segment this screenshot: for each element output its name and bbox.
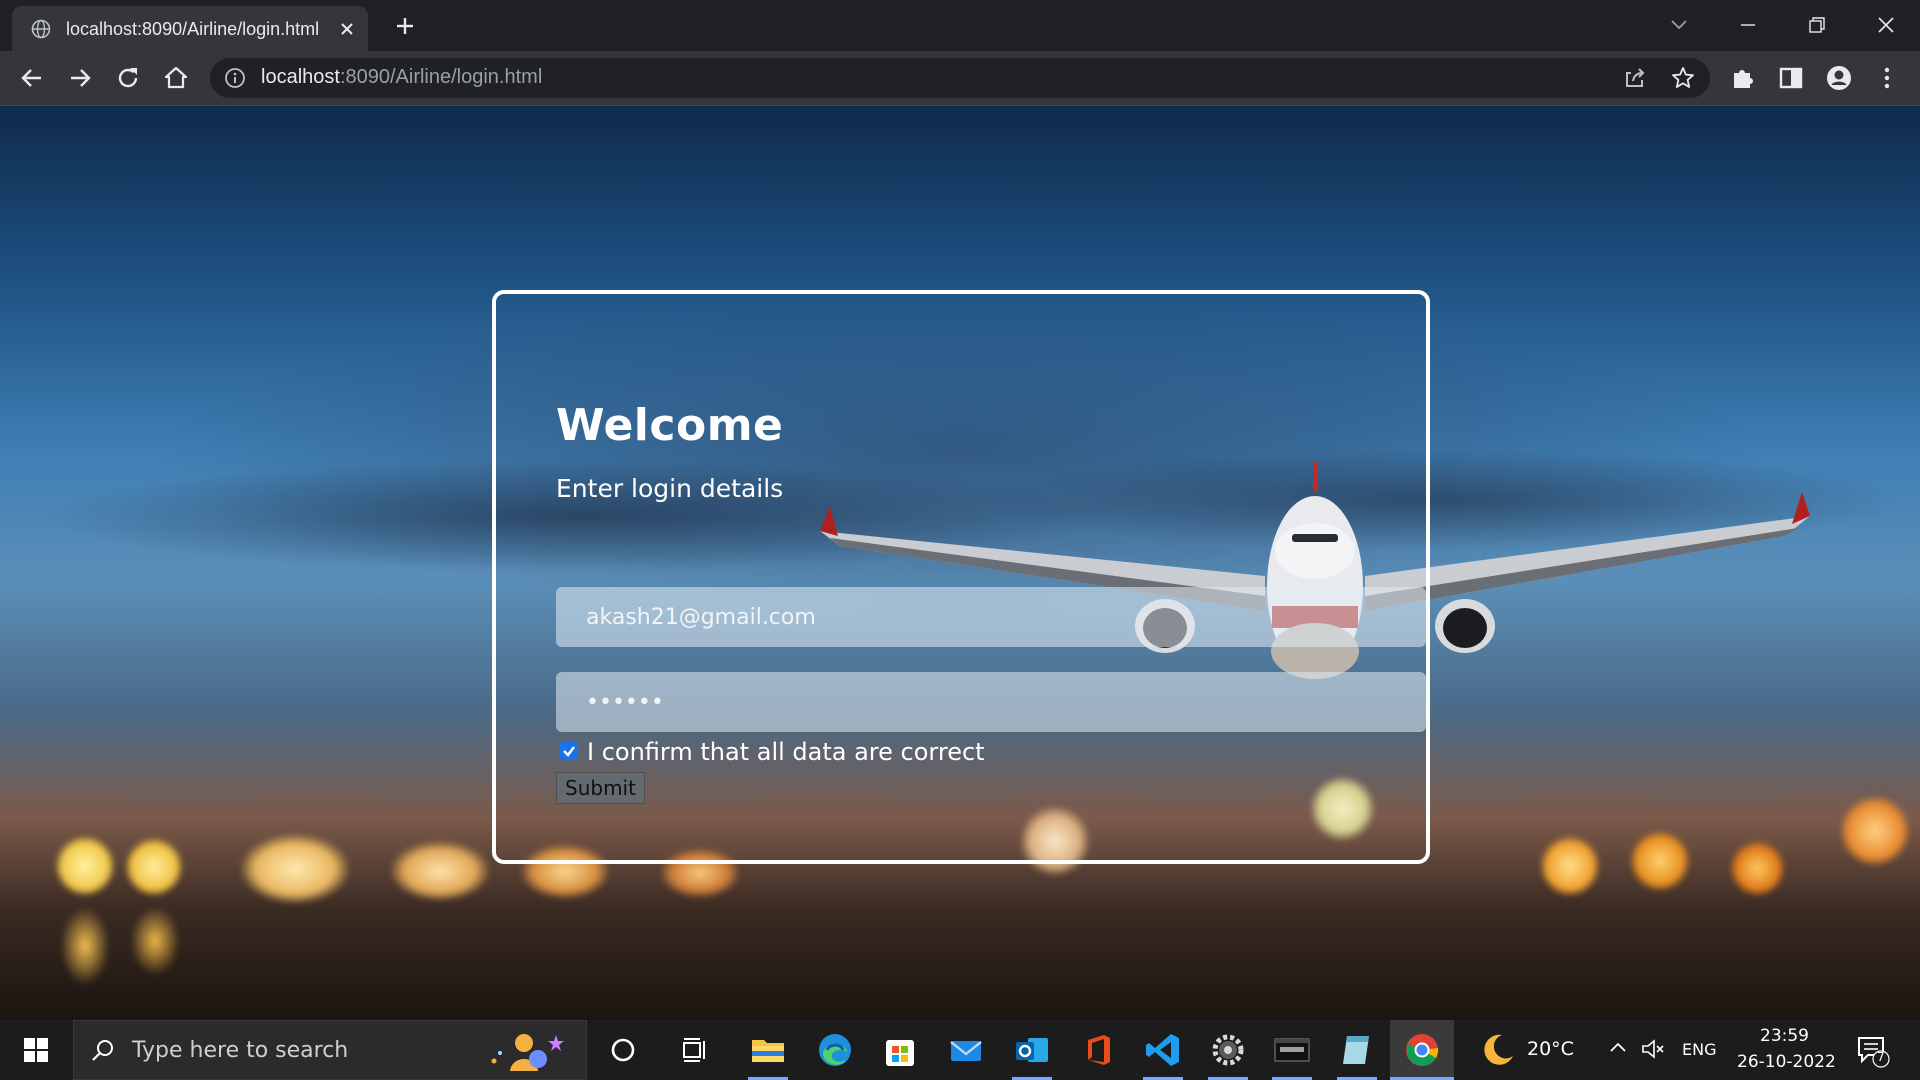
notification-count: 7 (1877, 1050, 1885, 1064)
clock-date[interactable]: 26-10-2022 (1737, 1052, 1836, 1072)
bokeh-light (1540, 836, 1600, 896)
cortana-icon[interactable] (603, 1030, 643, 1070)
clock-time[interactable]: 23:59 (1760, 1026, 1809, 1046)
bokeh-light (55, 836, 115, 896)
show-hidden-icons-chevron-icon[interactable] (1606, 1036, 1630, 1060)
bokeh-light (240, 834, 350, 904)
windows-taskbar: Type here to search 20°C ENG 23:59 26-10… (0, 1020, 1920, 1080)
search-highlight-art-icon (491, 1034, 564, 1071)
notepad-icon[interactable] (1337, 1030, 1377, 1070)
tab-search-chevron-icon[interactable] (1664, 10, 1694, 40)
email-field[interactable] (556, 587, 1426, 647)
restore-icon[interactable] (1802, 10, 1832, 40)
file-explorer-icon[interactable] (748, 1030, 788, 1070)
mail-icon[interactable] (946, 1030, 986, 1070)
volume-muted-icon[interactable] (1640, 1036, 1666, 1062)
close-window-icon[interactable] (1871, 10, 1901, 40)
search-icon (92, 1040, 113, 1061)
login-subtitle: Enter login details (556, 474, 784, 503)
close-tab-icon[interactable] (337, 19, 357, 39)
settings-gear-icon[interactable] (1208, 1030, 1248, 1070)
outlook-icon[interactable] (1012, 1030, 1052, 1070)
tab-title: localhost:8090/Airline/login.html (66, 19, 320, 39)
globe-icon (31, 19, 51, 39)
bokeh-light (60, 906, 110, 986)
browser-toolbar: localhost:8090/Airline/login.html (0, 51, 1920, 106)
password-field[interactable] (556, 672, 1426, 732)
search-placeholder: Type here to search (132, 1038, 349, 1063)
submit-button[interactable]: Submit (556, 772, 645, 804)
minimize-icon[interactable] (1733, 10, 1763, 40)
bokeh-light (130, 906, 180, 976)
share-icon[interactable] (1622, 65, 1648, 91)
page-viewport: Welcome Enter login details I confirm th… (0, 106, 1920, 1020)
task-view-icon[interactable] (675, 1030, 715, 1070)
welcome-heading: Welcome (556, 400, 784, 451)
microsoft-store-icon[interactable] (880, 1030, 920, 1070)
bokeh-light (125, 838, 183, 896)
chrome-icon[interactable] (1402, 1030, 1442, 1070)
confirm-checkbox[interactable] (560, 742, 578, 760)
taskbar-search-box[interactable]: Type here to search (73, 1020, 587, 1080)
new-tab-icon[interactable] (393, 14, 417, 38)
back-arrow-icon[interactable] (18, 64, 46, 92)
bokeh-light (1730, 841, 1785, 896)
confirm-label: I confirm that all data are correct (587, 738, 985, 766)
browser-titlebar: localhost:8090/Airline/login.html (0, 0, 1920, 51)
address-bar[interactable]: localhost:8090/Airline/login.html (210, 58, 1710, 98)
mysql-terminal-icon[interactable] (1272, 1030, 1312, 1070)
vscode-icon[interactable] (1143, 1030, 1183, 1070)
url-host: localhost (261, 66, 340, 88)
browser-tab[interactable]: localhost:8090/Airline/login.html (12, 6, 368, 51)
office-icon[interactable] (1078, 1030, 1118, 1070)
checkmark-icon (563, 746, 575, 757)
reload-icon[interactable] (114, 64, 142, 92)
url-text: localhost:8090/Airline/login.html (261, 66, 542, 89)
bokeh-light (390, 841, 490, 901)
weather-temperature[interactable]: 20°C (1527, 1038, 1574, 1060)
bookmark-star-icon[interactable] (1670, 65, 1696, 91)
more-menu-icon[interactable] (1873, 64, 1901, 92)
profile-avatar-icon[interactable] (1825, 64, 1853, 92)
windows-start-icon[interactable] (6, 1020, 66, 1080)
forward-arrow-icon[interactable] (66, 64, 94, 92)
bokeh-light (1630, 831, 1690, 891)
site-info-icon[interactable] (224, 67, 246, 89)
edge-browser-icon[interactable] (815, 1030, 855, 1070)
side-panel-icon[interactable] (1777, 64, 1805, 92)
home-icon[interactable] (162, 64, 190, 92)
login-card: Welcome Enter login details I confirm th… (492, 290, 1430, 864)
url-path: :8090/Airline/login.html (339, 66, 543, 88)
weather-moon-icon[interactable] (1478, 1030, 1518, 1070)
bokeh-light (1840, 796, 1910, 866)
language-indicator[interactable]: ENG (1682, 1040, 1716, 1059)
extensions-puzzle-icon[interactable] (1729, 64, 1757, 92)
